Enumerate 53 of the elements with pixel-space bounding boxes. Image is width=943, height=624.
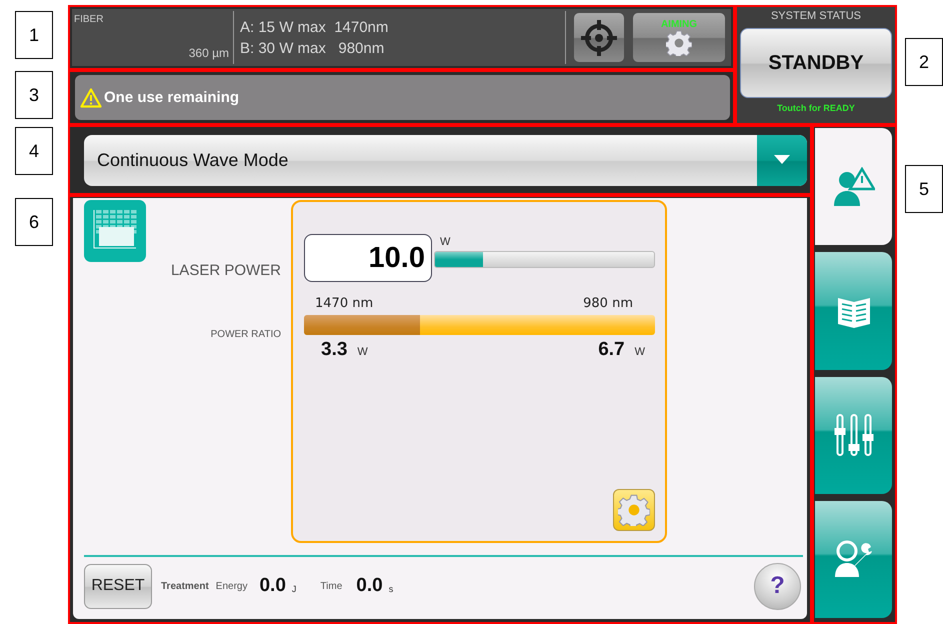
caret-icon bbox=[774, 155, 790, 165]
side-tab[interactable] bbox=[815, 252, 892, 370]
crosshair-icon bbox=[579, 18, 619, 58]
reset-button[interactable]: RESET bbox=[84, 564, 152, 608]
status-hint: Toutch for READY bbox=[777, 103, 855, 113]
treatment-label: Treatment bbox=[161, 580, 209, 592]
laser-source-spec: B: 30 W max 980nm bbox=[240, 40, 386, 56]
warning-text: One use remaining bbox=[104, 89, 240, 106]
energy-value: 0.0 bbox=[259, 575, 286, 597]
power-ratio-slider[interactable] bbox=[304, 315, 655, 335]
wavelength-power-value: 6.7 bbox=[598, 339, 625, 361]
power-slider[interactable] bbox=[434, 251, 655, 268]
aiming-label: AIMING bbox=[660, 19, 698, 30]
laser-source-spec: A: 15 W max 1470nm bbox=[240, 18, 390, 36]
user-wrench-icon bbox=[832, 539, 874, 580]
time-value: 0.0 bbox=[356, 575, 383, 597]
doctor-warning-icon bbox=[832, 166, 874, 207]
callout-label: 3 bbox=[15, 71, 53, 119]
dropdown-button[interactable] bbox=[757, 134, 807, 186]
side-tab[interactable] bbox=[815, 376, 892, 494]
standby-button[interactable]: STANDBY bbox=[740, 28, 892, 98]
mode-dropdown[interactable]: Continuous Wave Mode bbox=[84, 134, 807, 186]
target-button[interactable] bbox=[574, 13, 624, 62]
fiber-size: 360 µm bbox=[188, 46, 229, 60]
sliders-icon bbox=[834, 414, 874, 456]
status-title: SYSTEM STATUS bbox=[770, 10, 862, 22]
warning-icon bbox=[80, 88, 102, 108]
settings-icon bbox=[618, 494, 650, 526]
energy-unit: J bbox=[292, 584, 296, 594]
wavelength-label: 980 nm bbox=[583, 296, 633, 311]
callout-label: 1 bbox=[15, 11, 53, 59]
side-tab[interactable] bbox=[815, 500, 892, 618]
gear-icon bbox=[666, 30, 692, 56]
time-unit: s bbox=[388, 584, 394, 594]
callout-label: 5 bbox=[905, 165, 943, 213]
time-label: Time bbox=[320, 580, 342, 592]
help-button[interactable]: ? bbox=[754, 562, 801, 610]
settings-button[interactable] bbox=[613, 489, 655, 531]
laser-power-label: LASER POWER bbox=[170, 262, 281, 279]
laser-power-field[interactable]: 10.0 bbox=[304, 234, 432, 282]
callout-label: 6 bbox=[15, 198, 53, 246]
waveform-mode-icon[interactable] bbox=[84, 200, 146, 262]
power-unit: W bbox=[440, 236, 452, 248]
energy-label: Energy bbox=[216, 580, 248, 592]
side-tab[interactable] bbox=[815, 128, 892, 246]
fiber-label: FIBER bbox=[74, 14, 104, 25]
wavelength-power-value: 3.3 bbox=[321, 339, 348, 361]
power-unit: W bbox=[634, 346, 645, 358]
callout-label: 4 bbox=[15, 127, 53, 175]
power-ratio-label: POWER RATIO bbox=[210, 329, 281, 340]
power-unit: W bbox=[357, 346, 368, 358]
wavelength-label: 1470 nm bbox=[315, 296, 374, 311]
callout-label: 2 bbox=[905, 38, 943, 86]
